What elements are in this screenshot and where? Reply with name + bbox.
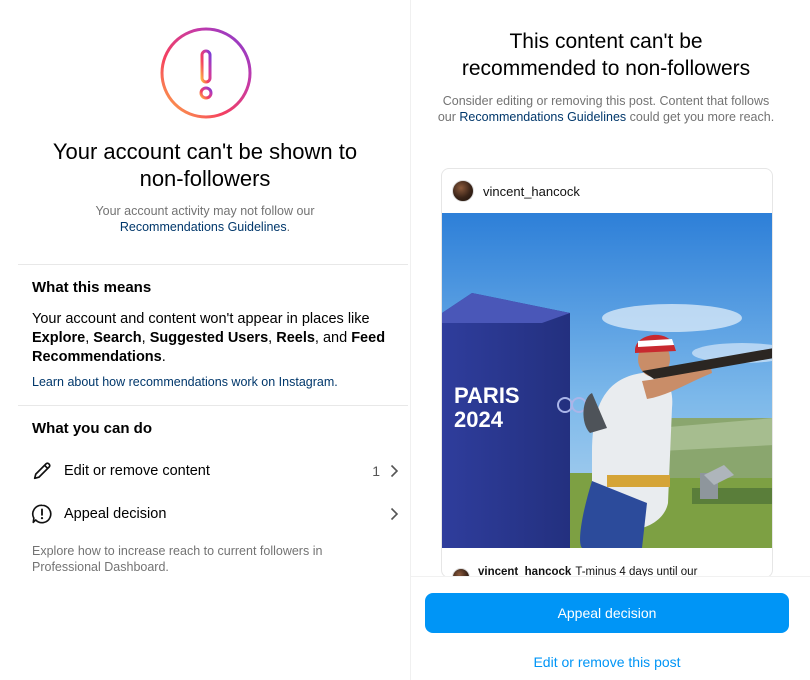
appeal-decision-button[interactable]: Appeal decision xyxy=(425,593,789,633)
appeal-decision-row[interactable]: Appeal decision xyxy=(30,499,400,529)
edit-count-badge: 1 xyxy=(372,463,380,479)
exclamation-ring-icon xyxy=(160,27,252,119)
content-status-subtitle: Consider editing or removing this post. … xyxy=(437,94,775,124)
recommendations-guidelines-link[interactable]: Recommendations Guidelines xyxy=(459,110,626,124)
professional-dashboard-note: Explore how to increase reach to current… xyxy=(32,544,323,574)
learn-recommendations-link[interactable]: Learn about how recommendations work on … xyxy=(32,375,338,389)
what-this-means-text: Your account and content won't appear in… xyxy=(32,311,386,365)
content-status-panel: This content can't be recommended to non… xyxy=(411,0,810,680)
post-caption: vincent_hancock T-minus 4 days until our xyxy=(452,558,697,577)
chevron-right-icon xyxy=(388,464,400,478)
alert-circle-icon xyxy=(30,502,54,526)
action-footer: Appeal decision Edit or remove this post xyxy=(411,576,810,680)
section-divider xyxy=(18,405,408,406)
recommendations-guidelines-link[interactable]: Recommendations Guidelines xyxy=(120,220,287,234)
account-status-panel: Your account can't be shown to non-follo… xyxy=(0,0,410,680)
edit-remove-content-label: Edit or remove content xyxy=(64,463,210,479)
account-status-subtitle: Your account activity may not follow our… xyxy=(95,204,315,234)
pencil-icon xyxy=(30,459,54,483)
post-header: vincent_hancock xyxy=(442,169,772,213)
paris-2024-logo-text: PARIS xyxy=(454,383,520,408)
post-username: vincent_hancock xyxy=(483,183,580,199)
edit-remove-content-row[interactable]: Edit or remove content 1 xyxy=(30,456,400,486)
avatar xyxy=(452,180,474,202)
content-status-title: This content can't be recommended to non… xyxy=(461,30,751,80)
what-this-means-heading: What this means xyxy=(32,279,152,296)
appeal-decision-label: Appeal decision xyxy=(64,506,167,522)
post-photo: PARIS 2024 xyxy=(442,213,772,548)
account-status-title: Your account can't be shown to non-follo… xyxy=(52,139,358,191)
section-divider xyxy=(18,264,408,265)
what-you-can-do-heading: What you can do xyxy=(32,420,152,437)
post-preview-card[interactable]: vincent_hancock PARIS 2024 vincent_hanco… xyxy=(441,168,773,578)
svg-text:2024: 2024 xyxy=(454,407,504,432)
chevron-right-icon xyxy=(388,507,400,521)
edit-remove-post-link[interactable]: Edit or remove this post xyxy=(411,654,803,670)
